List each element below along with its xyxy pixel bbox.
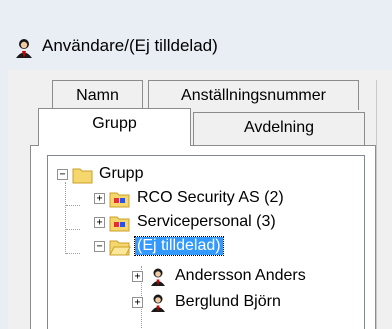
expand-icon[interactable]: + — [94, 193, 105, 204]
tree-node-label: Andersson Anders — [175, 267, 306, 284]
user-icon — [147, 294, 169, 312]
tab-avdelning-label: Avdelning — [244, 119, 314, 136]
window-title: Användare/(Ej tilldelad) — [42, 36, 218, 55]
group-tree-view[interactable]: − Grupp + RCO Security AS (2) + Servicep… — [47, 155, 365, 329]
tab-anstallningsnummer-label: Anställningsnummer — [181, 87, 326, 104]
tree-connector — [66, 253, 80, 254]
tab-anstallningsnummer[interactable]: Anställningsnummer — [148, 80, 359, 110]
tab-namn[interactable]: Namn — [52, 80, 143, 110]
tab-grupp[interactable]: Grupp — [38, 108, 191, 146]
expand-icon[interactable]: + — [94, 217, 105, 228]
user-dialog-window: Användare/(Ej tilldelad) Namn Anställnin… — [0, 0, 392, 329]
user-icon — [14, 38, 34, 58]
expand-icon[interactable]: + — [132, 297, 143, 308]
tab-namn-label: Namn — [76, 87, 119, 104]
tree-connector — [66, 205, 80, 206]
tree-connector — [66, 229, 80, 230]
user-icon — [147, 268, 169, 286]
group-folder-icon — [109, 190, 131, 208]
tab-avdelning[interactable]: Avdelning — [193, 112, 365, 145]
window-frame-left — [0, 70, 8, 329]
folder-icon — [72, 166, 94, 184]
window-frame-right — [376, 80, 392, 329]
tree-node-label: (Ej tilldelad) — [134, 236, 224, 256]
tree-node-label: Servicepersonal (3) — [137, 213, 276, 230]
tree-node-label: RCO Security AS (2) — [137, 189, 284, 206]
collapse-icon[interactable]: − — [57, 169, 68, 180]
title-bar: Användare/(Ej tilldelad) — [0, 0, 392, 71]
tab-grupp-label: Grupp — [92, 115, 137, 132]
collapse-icon[interactable]: − — [94, 241, 105, 252]
tree-node-label: Berglund Björn — [175, 293, 281, 310]
tree-connector — [65, 182, 66, 254]
group-folder-icon — [109, 214, 131, 232]
tree-node-label: Grupp — [99, 165, 144, 182]
open-folder-icon — [109, 238, 131, 256]
expand-icon[interactable]: + — [132, 271, 143, 282]
